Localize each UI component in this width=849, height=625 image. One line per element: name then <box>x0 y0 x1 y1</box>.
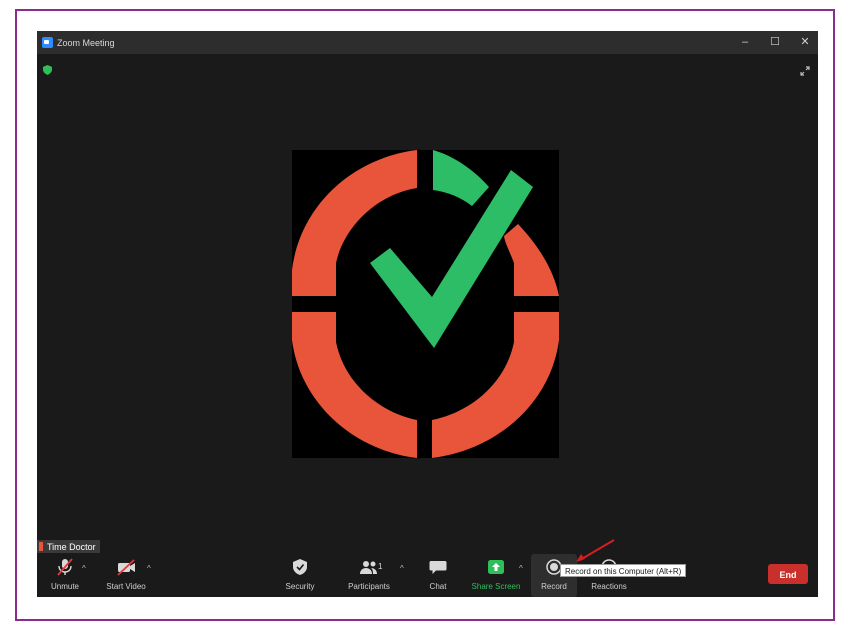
logo-arc-right <box>504 224 559 296</box>
end-meeting-button[interactable]: End <box>768 564 808 584</box>
unmute-label: Unmute <box>50 582 79 591</box>
participant-name: Time Doctor <box>47 541 96 552</box>
logo-checkmark <box>370 170 533 348</box>
participants-count: 1 <box>378 562 383 571</box>
participants-icon <box>360 561 377 574</box>
logo-arc-bottom-right <box>432 312 559 458</box>
security-button[interactable]: Security <box>283 554 317 597</box>
name-flag-icon <box>39 542 43 551</box>
share-screen-label: Share Screen <box>471 582 521 591</box>
zoom-window: Zoom Meeting – ☐ ✕ Time Doctor Unmute ^ … <box>37 31 818 597</box>
start-video-button[interactable]: Start Video <box>103 554 149 597</box>
participants-options-caret[interactable]: ^ <box>400 564 404 573</box>
close-button[interactable]: ✕ <box>798 31 812 54</box>
meeting-toolbar: Unmute ^ Start Video ^ Security Particip… <box>37 554 818 597</box>
audio-options-caret[interactable]: ^ <box>82 564 86 573</box>
security-label: Security <box>285 582 315 591</box>
logo-arc-bottom-left <box>292 312 417 458</box>
participant-name-label: Time Doctor <box>37 540 100 553</box>
security-shield-icon <box>293 559 307 575</box>
maximize-button[interactable]: ☐ <box>768 31 782 54</box>
chat-bubble-icon <box>429 561 447 574</box>
share-options-caret[interactable]: ^ <box>519 564 523 573</box>
participant-video <box>292 150 559 458</box>
record-tooltip: Record on this Computer (Alt+R) <box>560 564 687 577</box>
fullscreen-icon[interactable] <box>800 66 810 76</box>
video-options-caret[interactable]: ^ <box>147 564 151 573</box>
logo-arc-top-green <box>433 150 489 206</box>
window-controls: – ☐ ✕ <box>738 31 812 54</box>
reactions-label: Reactions <box>591 582 627 591</box>
share-screen-icon <box>488 560 504 574</box>
start-video-label: Start Video <box>106 582 146 591</box>
zoom-app-icon <box>42 37 53 48</box>
participants-label: Participants <box>348 582 390 591</box>
minimize-button[interactable]: – <box>738 31 752 54</box>
window-title: Zoom Meeting <box>57 37 115 48</box>
share-screen-button[interactable]: Share Screen <box>471 554 521 597</box>
time-doctor-logo <box>292 150 559 458</box>
encryption-shield-icon[interactable] <box>43 65 52 75</box>
chat-button[interactable]: Chat <box>425 554 451 597</box>
unmute-button[interactable]: Unmute <box>49 554 81 597</box>
annotation-arrow-icon <box>576 539 615 562</box>
participants-button[interactable]: Participants <box>345 554 393 597</box>
title-bar: Zoom Meeting – ☐ ✕ <box>37 31 818 54</box>
microphone-muted-icon <box>57 558 73 576</box>
record-label: Record <box>541 582 567 591</box>
video-off-icon <box>117 559 135 576</box>
chat-label: Chat <box>429 582 447 591</box>
